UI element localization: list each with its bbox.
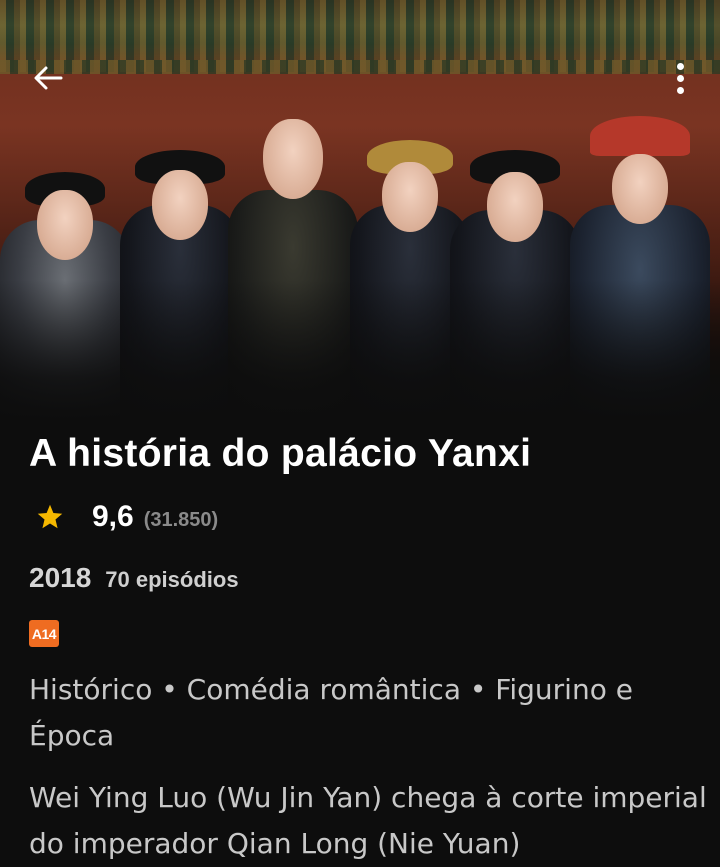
genre-list: Histórico • Comédia romântica • Figurino… (29, 673, 633, 752)
meta-row: 2018 70 episódios (29, 562, 239, 594)
more-vertical-icon-dot (676, 74, 684, 82)
hero-gradient-overlay (0, 280, 720, 420)
top-app-bar (0, 52, 720, 102)
arrow-left-icon (34, 66, 63, 90)
back-button[interactable] (28, 58, 68, 98)
more-vertical-icon (676, 62, 684, 70)
rating-count: (31.850) (143, 508, 219, 531)
rating-value: 9,6 (92, 500, 134, 533)
more-vertical-icon-dot (676, 86, 684, 94)
synopsis-text[interactable]: Wei Ying Luo (Wu Jin Yan) chega à corte … (29, 775, 719, 867)
release-year: 2018 (29, 562, 92, 593)
show-title: A história do palácio Yanxi (29, 432, 532, 475)
age-rating-badge: A14 (29, 620, 59, 647)
episode-count: 70 episódios (105, 567, 239, 592)
rating-row: 9,6 (31.850) (36, 495, 218, 539)
more-options-button[interactable] (662, 56, 698, 100)
star-icon (37, 504, 63, 529)
